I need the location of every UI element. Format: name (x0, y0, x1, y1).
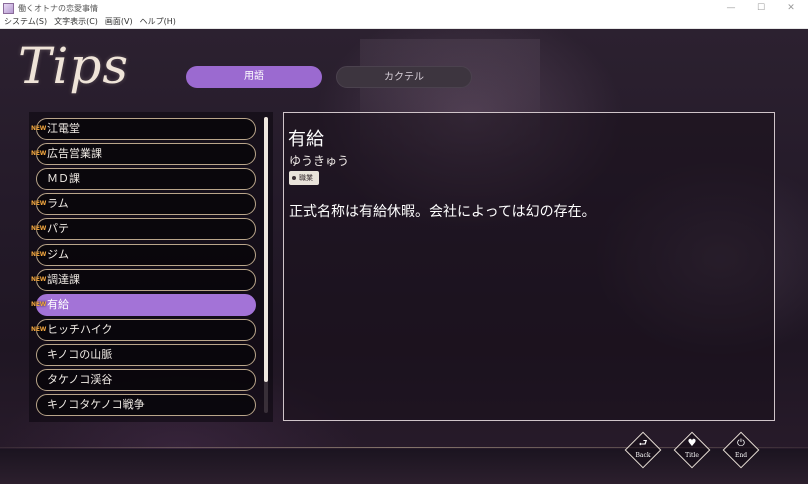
tips-list-item-label: ヒッチハイク (47, 323, 113, 336)
new-badge: NEW (31, 251, 47, 258)
menu-screen[interactable]: 画面(V) (105, 16, 133, 28)
new-badge: NEW (31, 125, 47, 132)
tips-list-item[interactable]: 有給 (36, 294, 256, 316)
tips-list-item-label: 江電堂 (47, 122, 80, 135)
power-icon: ⏻ (737, 438, 745, 449)
detail-description: 正式名称は有給休暇。会社によっては幻の存在。 (289, 204, 596, 220)
end-label: End (734, 452, 748, 459)
new-badge: NEW (31, 326, 47, 333)
detail-title: 有給 (288, 129, 324, 150)
new-badge: NEW (31, 301, 47, 308)
tips-list-item-label: キノコタケノコ戦争 (47, 398, 145, 411)
tips-list-item[interactable]: キノコの山脈 (36, 344, 256, 366)
menu-text-display[interactable]: 文字表示(C) (54, 16, 98, 28)
detail-panel (283, 112, 775, 421)
tab-terms[interactable]: 用語 (186, 66, 322, 88)
tips-list-item[interactable]: ＭＤ課 (36, 168, 256, 190)
new-badge: NEW (31, 150, 47, 157)
tips-list-item-label: 広告営業課 (47, 147, 102, 160)
tips-list-item[interactable]: 調達課 (36, 269, 256, 291)
new-badge: NEW (31, 276, 47, 283)
menu-system[interactable]: システム(S) (4, 16, 47, 28)
tab-cocktail[interactable]: カクテル (336, 66, 472, 88)
tips-list-item-label: ラム (47, 197, 69, 210)
game-screen: Tips 用語 カクテル 江電堂 NEW 広告営業課 NEW ＭＤ課 ラム NEW パテ NEW… (0, 29, 808, 484)
tips-list-item-label: パテ (47, 222, 69, 235)
tips-list-item-label: ＭＤ課 (47, 172, 80, 185)
minimize-button[interactable]: — (716, 0, 746, 16)
tips-list-item[interactable]: ヒッチハイク (36, 319, 256, 341)
window-title: 働くオトナの恋愛事情 (18, 3, 98, 13)
back-icon: ⮐ (638, 438, 648, 449)
heart-icon: ♥ (687, 438, 697, 449)
close-button[interactable]: ✕ (776, 0, 806, 16)
menu-help[interactable]: ヘルプ(H) (140, 16, 176, 28)
back-label: Back (635, 452, 651, 459)
menu-bar: システム(S) 文字表示(C) 画面(V) ヘルプ(H) (0, 16, 808, 29)
title-button[interactable]: ♥ Title (673, 431, 711, 469)
tips-list-item[interactable]: パテ (36, 218, 256, 240)
tips-list-item[interactable]: ラム (36, 193, 256, 215)
new-badge: NEW (31, 225, 47, 232)
tips-list-item-label: 調達課 (47, 273, 80, 286)
detail-reading: ゆうきゅう (289, 154, 350, 168)
tips-list-item-label: タケノコ渓谷 (47, 373, 113, 386)
tips-list-item[interactable]: キノコタケノコ戦争 (36, 394, 256, 416)
tips-list-item-label: キノコの山脈 (47, 348, 113, 361)
tips-list-item-label: 有給 (47, 298, 69, 311)
window-titlebar: 働くオトナの恋愛事情 — ☐ ✕ (0, 0, 808, 16)
tips-list-item-label: ジム (47, 248, 69, 261)
tips-logo: Tips (18, 37, 130, 95)
app-icon (3, 2, 14, 14)
category-tag: 職業 (289, 171, 319, 185)
maximize-button[interactable]: ☐ (746, 0, 776, 16)
tips-list-item[interactable]: 広告営業課 (36, 143, 256, 165)
title-label: Title (685, 452, 699, 459)
end-button[interactable]: ⏻ End (722, 431, 760, 469)
tips-list-item[interactable]: 江電堂 (36, 118, 256, 140)
back-button[interactable]: ⮐ Back (624, 431, 662, 469)
new-badge: NEW (31, 200, 47, 207)
list-scrollbar-thumb[interactable] (264, 117, 268, 382)
tips-list-item[interactable]: タケノコ渓谷 (36, 369, 256, 391)
tips-list-item[interactable]: ジム (36, 244, 256, 266)
